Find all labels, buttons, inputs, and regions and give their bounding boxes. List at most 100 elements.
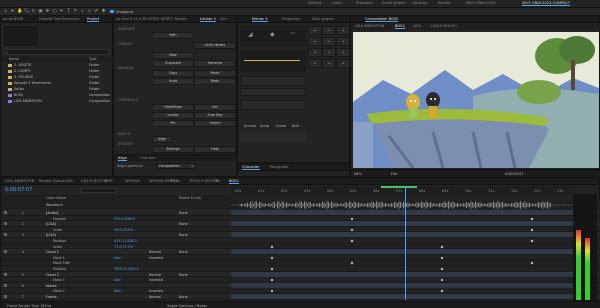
limber-settings-button[interactable]: Settings xyxy=(152,146,194,153)
layer-duration-bar[interactable] xyxy=(231,288,575,293)
column-name[interactable]: Name xyxy=(9,57,19,61)
column-layer-name[interactable]: Layer Name xyxy=(46,196,66,200)
tab-ae-dev-k-11-0-by-intro-hexet[interactable]: Ae Dev K 11.0 BY INTRO HEXET xyxy=(116,17,173,21)
camera-tool-icon[interactable]: ▣ xyxy=(38,9,43,14)
project-item[interactable]: Solids Folder xyxy=(1,87,114,92)
column-parent[interactable]: Parent & Link xyxy=(179,196,201,200)
layer-name[interactable]: Scale xyxy=(53,228,62,232)
limber-copy-button[interactable]: Copy xyxy=(152,70,194,77)
roto-tool-icon[interactable]: ✐ xyxy=(94,9,99,14)
layer-duration-bar[interactable] xyxy=(231,255,575,260)
tab-limber-2[interactable]: Limber 2 xyxy=(200,17,216,22)
tab-character[interactable]: Character xyxy=(242,165,260,170)
layer-duration-bar[interactable] xyxy=(231,227,575,232)
limber-limb-library-button[interactable]: Limb Library xyxy=(194,42,236,49)
selection-tool-icon[interactable]: ➤ xyxy=(10,9,15,14)
layer-duration-bar[interactable] xyxy=(231,282,575,288)
layer-duration-bar[interactable] xyxy=(231,238,575,243)
blend-mode-select[interactable]: Normal xyxy=(149,273,161,277)
limber-redo-button[interactable]: Redo xyxy=(194,78,236,85)
layer-duration-bar[interactable] xyxy=(231,294,575,299)
project-item[interactable]: 3. SOUNDS Folder xyxy=(1,75,114,80)
motion-anchor-button[interactable]: Anchor xyxy=(244,124,257,128)
property-value[interactable]: 1900.0,1025.0 xyxy=(114,267,139,271)
tab-troll-s-mouth[interactable]: TROLL'S MOUTH xyxy=(189,179,218,183)
limber-undo-button[interactable]: Undo xyxy=(152,78,194,85)
layer-duration-bar[interactable] xyxy=(231,266,575,271)
workspace-tab[interactable]: SELF-ONLY-2023-COMPACT xyxy=(522,1,571,6)
tab-paragraph[interactable]: Paragraph xyxy=(270,165,288,169)
visibility-eye-icon[interactable] xyxy=(4,222,7,226)
tab-lisa[interactable]: LISA xyxy=(65,179,73,183)
limber-set-button[interactable]: Set xyxy=(194,104,236,111)
anchor-point-cell[interactable]: • xyxy=(336,59,350,68)
layer-name[interactable]: Mask 1 xyxy=(53,289,65,293)
project-item[interactable]: 2. COMPS Folder xyxy=(1,69,114,74)
tab-lisa-s-mouth[interactable]: LISA'S MOUTH xyxy=(81,179,107,183)
tab-render-queue[interactable]: Render Queue xyxy=(39,179,65,183)
anchor-point-cell[interactable]: • xyxy=(308,48,322,57)
blend-mode-select[interactable]: Inverted xyxy=(149,289,163,293)
limber-auto-bay-button[interactable]: Auto Bay xyxy=(194,112,236,119)
anchor-point-cell[interactable]: • xyxy=(322,48,336,57)
anchor-point-cell[interactable]: • xyxy=(308,59,322,68)
breadcrumb-bg02[interactable]: BG02 xyxy=(395,24,405,29)
shape-tool-icon[interactable]: ▢ xyxy=(52,9,57,14)
anchor-point-cell[interactable]: • xyxy=(322,37,336,46)
property-value[interactable]: Add xyxy=(114,278,121,282)
limber-pin-button[interactable]: Pin xyxy=(152,120,194,127)
limber-align-button[interactable]: Align xyxy=(152,136,172,143)
visibility-eye-icon[interactable] xyxy=(4,272,7,276)
parent-select[interactable]: None xyxy=(179,273,188,277)
motion-apply-button[interactable] xyxy=(240,76,306,86)
layer-name[interactable]: Mask 1 xyxy=(53,256,65,260)
project-item[interactable]: LISA ANIMATION Composition xyxy=(1,99,114,104)
property-value[interactable]: 923.0,998.8 xyxy=(114,217,135,221)
layer-name[interactable]: Masks xyxy=(46,284,57,288)
motion-clone-button[interactable]: Clone xyxy=(276,124,286,128)
property-value[interactable]: Add xyxy=(114,289,121,293)
tab-tracker[interactable]: Tracker xyxy=(174,17,187,21)
stamp-tool-icon[interactable]: ⊥ xyxy=(80,9,85,14)
layer-name[interactable]: Cloud 1 xyxy=(46,250,59,254)
blend-mode-select[interactable]: Inverted xyxy=(149,278,163,282)
layer-name[interactable]: [Audio] xyxy=(46,211,58,215)
composition-canvas[interactable] xyxy=(353,32,599,168)
motion-preset-strip[interactable]: ◢ ◆ ◠ xyxy=(240,25,306,47)
workspace-tab[interactable]: Default xyxy=(308,1,321,5)
blend-mode-select[interactable]: Normal xyxy=(149,250,161,254)
timeline-timecode[interactable]: 0:00:07:07 xyxy=(5,187,32,193)
parent-select[interactable]: None xyxy=(179,233,188,237)
project-item[interactable]: 1. ASSETS Folder xyxy=(1,63,114,68)
toggle-switches-modes[interactable]: Toggle Switches / Modes xyxy=(167,304,207,308)
layer-duration-bar[interactable] xyxy=(231,216,575,221)
anchor-point-cell[interactable]: • xyxy=(308,37,322,46)
workspace-tab[interactable]: Standard xyxy=(356,1,372,5)
tab-project[interactable]: Project xyxy=(87,17,100,22)
visibility-eye-icon[interactable] xyxy=(4,211,7,214)
pen-tool-icon[interactable]: ✒ xyxy=(59,9,64,14)
layer-name[interactable]: Frame xyxy=(46,295,57,299)
project-item[interactable]: Episode 2 Wireframes Folder xyxy=(1,81,114,86)
rotate-tool-icon[interactable]: ↻ xyxy=(31,9,36,14)
tab-align[interactable]: Align xyxy=(118,156,128,161)
column-type[interactable]: Type xyxy=(89,57,97,61)
zoom-select[interactable]: 50% xyxy=(354,172,362,176)
tab-bob[interactable]: BOB xyxy=(105,179,113,183)
blend-mode-select[interactable]: Inverted xyxy=(149,256,163,260)
parent-select[interactable]: None xyxy=(179,211,188,215)
motion-second-button[interactable] xyxy=(240,88,306,96)
limber-new-button[interactable]: New xyxy=(152,52,194,59)
limber-select-button[interactable]: Select xyxy=(194,120,236,127)
visibility-eye-icon[interactable] xyxy=(4,283,7,287)
limber-path-button[interactable]: Path xyxy=(152,32,194,39)
work-area-bar[interactable] xyxy=(381,186,417,188)
timeline-layer-row[interactable]: 7 Frame Normal None xyxy=(1,294,600,300)
property-value[interactable]: 70.0,70.0% xyxy=(114,228,133,232)
workspace-tab[interactable]: SELF-ONLY-2023 xyxy=(466,1,495,5)
layer-name[interactable]: Mask Path xyxy=(53,261,70,265)
tab-sim[interactable]: Sim xyxy=(220,17,227,21)
visibility-eye-icon[interactable] xyxy=(4,295,7,298)
layer-name[interactable]: Position xyxy=(53,267,66,271)
time-ruler[interactable]: 00s 01s 02s 03s 04s 05s 06s 07s 08s 09s 10s 11s 12s 1… xyxy=(231,186,575,195)
